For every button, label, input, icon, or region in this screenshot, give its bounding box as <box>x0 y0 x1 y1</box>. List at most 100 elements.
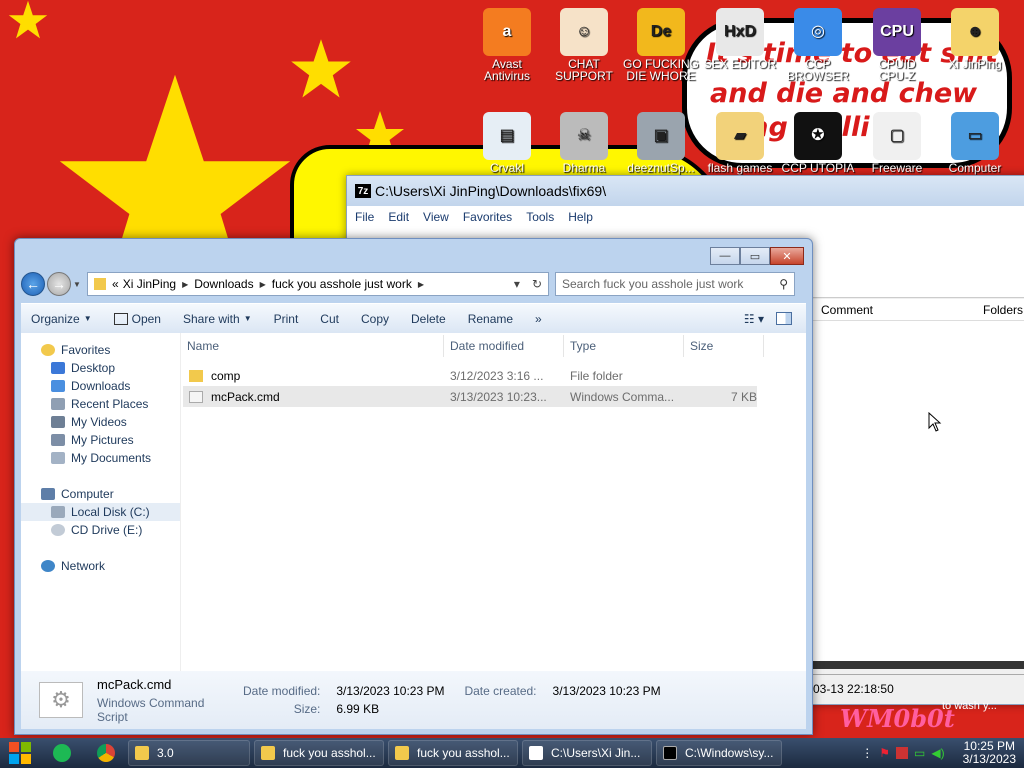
desktop-icon-utopia[interactable]: ✪ CCP UTOPIA <box>778 112 858 174</box>
nav-my-pictures[interactable]: My Pictures <box>21 431 180 449</box>
desktop-icon-folder[interactable]: ▰ flash games <box>700 112 780 174</box>
7zip-scrollbar[interactable] <box>807 661 1024 669</box>
breadcrumb-xi-jinping[interactable]: Xi JinPing <box>123 277 176 291</box>
search-placeholder: Search fuck you asshole just work <box>562 277 744 291</box>
desktop-icon-browser[interactable]: ◎ CCP BROWSER <box>778 8 858 82</box>
menu-tools[interactable]: Tools <box>526 210 554 224</box>
address-dropdown-icon[interactable]: ▾ <box>514 277 520 291</box>
breadcrumb-separator-icon[interactable]: ▶ <box>260 280 266 289</box>
taskbar-task[interactable]: fuck you asshol... <box>254 740 384 766</box>
column-name[interactable]: Name <box>181 335 444 357</box>
organize-button[interactable]: Organize ▼ <box>31 312 92 326</box>
breadcrumb-downloads[interactable]: Downloads <box>194 277 253 291</box>
view-options-icon[interactable]: ☷ ▾ <box>744 312 764 326</box>
menu-file[interactable]: File <box>355 210 374 224</box>
details-created-value: 3/13/2023 10:23 PM <box>552 684 661 698</box>
breadcrumb-current-folder[interactable]: fuck you asshole just work <box>272 277 412 291</box>
taskbar-task[interactable]: C:\Windows\sy... <box>656 740 782 766</box>
maximize-button[interactable]: ▭ <box>740 247 770 265</box>
search-icon[interactable]: ⚲ <box>779 277 788 291</box>
back-button[interactable]: ← <box>21 272 45 296</box>
chrome-icon[interactable] <box>84 738 128 768</box>
column-folders[interactable]: Folders <box>915 303 1024 317</box>
folder-icon <box>189 369 203 382</box>
desktop-icon-computer[interactable]: ▭ Computer <box>935 112 1015 174</box>
open-button[interactable]: Open <box>113 312 161 326</box>
delete-button[interactable]: Delete <box>411 312 446 326</box>
rename-button[interactable]: Rename <box>468 312 513 326</box>
menu-favorites[interactable]: Favorites <box>463 210 512 224</box>
nav-local-disk[interactable]: Local Disk (C:) <box>21 503 180 521</box>
spotify-icon[interactable] <box>40 738 84 768</box>
flag-icon[interactable]: ⚑ <box>879 746 890 760</box>
desktop-icon-doc[interactable]: ▢ Freeware <box>857 112 937 174</box>
column-type[interactable]: Type <box>564 335 684 357</box>
desktop-icon-cpuz[interactable]: CPU CPUID CPU-Z <box>857 8 937 82</box>
share-with-button[interactable]: Share with ▼ <box>183 312 252 326</box>
cut-button[interactable]: Cut <box>320 312 339 326</box>
nav-my-documents[interactable]: My Documents <box>21 449 180 467</box>
network-tray-icon[interactable]: ▭ <box>914 746 925 760</box>
address-overflow-chevron[interactable]: « <box>112 277 119 291</box>
nav-computer[interactable]: Computer <box>21 485 180 503</box>
navigation-pane: Favorites Desktop Downloads Recent Place… <box>21 333 181 671</box>
recent-pages-dropdown[interactable]: ▼ <box>73 280 83 289</box>
nav-network[interactable]: Network <box>21 557 180 575</box>
desktop-icon-skull[interactable]: ☠ Dharma <box>544 112 624 174</box>
desktop-icon-label: Dharma <box>562 161 606 175</box>
taskbar-task[interactable]: fuck you asshol... <box>388 740 518 766</box>
refresh-icon[interactable]: ↻ <box>532 277 542 291</box>
more-commands-button[interactable]: » <box>535 312 542 326</box>
command-bar: Organize ▼ Open Share with ▼ Print Cut Cop… <box>21 303 806 333</box>
desktop-icon-hxd[interactable]: HxD SEX EDITOR <box>700 8 780 70</box>
menu-view[interactable]: View <box>423 210 449 224</box>
tray-overflow-icon[interactable]: ⋮ <box>861 746 873 760</box>
desktop-icon-support-agent[interactable]: ☺ CHAT SUPPORT <box>544 8 624 82</box>
taskbar-task[interactable]: 3.0 <box>128 740 250 766</box>
volume-icon[interactable]: ◀) <box>931 746 944 760</box>
notepad-icon: ▤ <box>483 112 531 160</box>
nav-downloads[interactable]: Downloads <box>21 377 180 395</box>
clock-date: 3/13/2023 <box>962 752 1016 766</box>
tray-app-icon[interactable] <box>896 747 909 759</box>
desktop-icon-de-app[interactable]: De GO FUCKING DIE WHORE <box>621 8 701 82</box>
search-input[interactable]: Search fuck you asshole just work ⚲ <box>555 272 795 296</box>
taskbar-task[interactable]: C:\Users\Xi Jin... <box>522 740 652 766</box>
close-button[interactable]: ✕ <box>770 247 804 265</box>
clock[interactable]: 10:25 PM 3/13/2023 <box>963 740 1016 766</box>
nav-recent-places[interactable]: Recent Places <box>21 395 180 413</box>
column-size[interactable]: Size <box>684 335 764 357</box>
skull-icon: ☠ <box>560 112 608 160</box>
desktop-icon-label: SEX EDITOR <box>703 57 777 71</box>
taskbar: 3.0 fuck you asshol... fuck you asshol... C… <box>0 738 1024 768</box>
open-cmd-icon <box>113 312 128 325</box>
desktop-icon-windows-stack[interactable]: ▣ deeznutSp... <box>621 112 701 174</box>
breadcrumb-separator-icon[interactable]: ▶ <box>418 280 424 289</box>
nav-favorites[interactable]: Favorites <box>21 341 180 359</box>
nav-cd-drive[interactable]: CD Drive (E:) <box>21 521 180 539</box>
column-comment[interactable]: Comment <box>807 303 915 317</box>
desktop-icon-avast[interactable]: a Avast Antivirus <box>467 8 547 82</box>
nav-desktop[interactable]: Desktop <box>21 359 180 377</box>
7zip-file-list[interactable] <box>807 321 1024 661</box>
forward-button[interactable]: → <box>47 272 71 296</box>
menu-help[interactable]: Help <box>568 210 593 224</box>
start-button[interactable] <box>0 738 40 768</box>
taskbar-task-label: C:\Users\Xi Jin... <box>551 746 641 760</box>
column-date-modified[interactable]: Date modified <box>444 335 564 357</box>
menu-edit[interactable]: Edit <box>388 210 409 224</box>
nav-my-videos[interactable]: My Videos <box>21 413 180 431</box>
print-button[interactable]: Print <box>274 312 299 326</box>
breadcrumb-separator-icon[interactable]: ▶ <box>182 280 188 289</box>
preview-pane-icon[interactable] <box>776 311 792 325</box>
desktop-icon-user-folder[interactable]: ☻ Xi JinPing <box>935 8 1015 70</box>
minimize-button[interactable]: — <box>710 247 740 265</box>
address-bar[interactable]: « Xi JinPing ▶ Downloads ▶ fuck you assh… <box>87 272 549 296</box>
explorer-window[interactable]: — ▭ ✕ ← → ▼ « Xi JinPing ▶ Downloads ▶ f… <box>14 238 813 735</box>
file-list[interactable]: Name Date modified Type Size comp 3/12/2… <box>181 333 806 671</box>
7zip-titlebar[interactable]: 7z C:\Users\Xi JinPing\Downloads\fix69\ <box>347 176 1024 206</box>
file-row-comp[interactable]: comp 3/12/2023 3:16 ... File folder <box>183 365 757 386</box>
file-row-mcpack[interactable]: mcPack.cmd 3/13/2023 10:23... Windows Co… <box>183 386 757 407</box>
copy-button[interactable]: Copy <box>361 312 389 326</box>
desktop-icon-notepad[interactable]: ▤ Crvakl <box>467 112 547 174</box>
